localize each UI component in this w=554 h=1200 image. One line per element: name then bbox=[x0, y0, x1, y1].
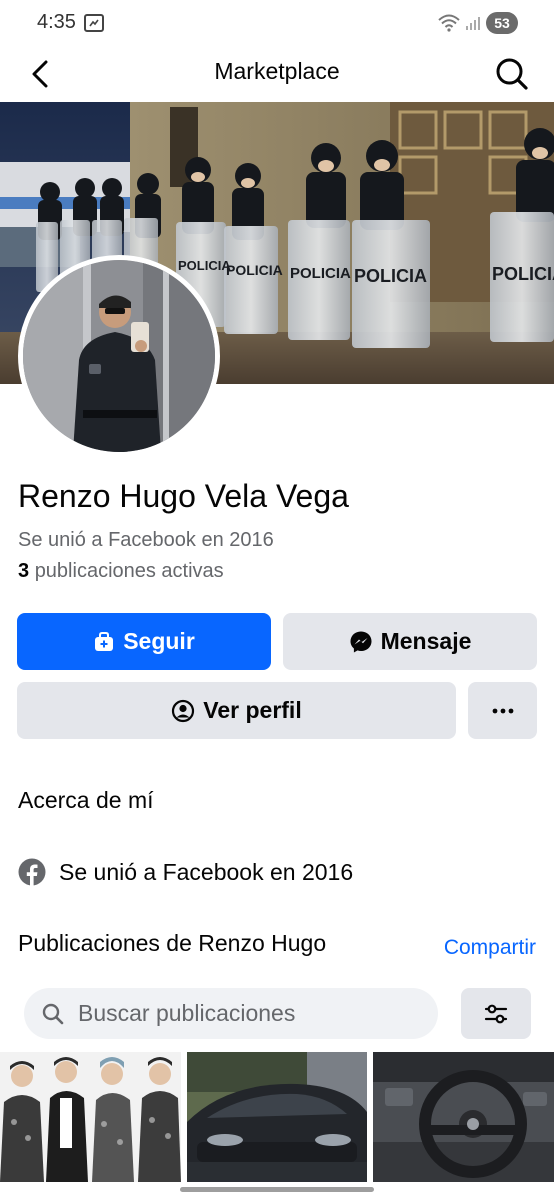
view-profile-button[interactable]: Ver perfil bbox=[17, 682, 456, 739]
signal-icon bbox=[466, 17, 480, 30]
view-profile-label: Ver perfil bbox=[203, 697, 302, 723]
post-thumbnail[interactable] bbox=[187, 1052, 367, 1182]
more-options-button[interactable] bbox=[468, 682, 537, 739]
post-thumbnails bbox=[0, 1052, 554, 1182]
messenger-icon bbox=[350, 631, 372, 652]
share-link[interactable]: Compartir bbox=[444, 936, 536, 960]
status-bar: 4:35 53 bbox=[0, 0, 554, 46]
active-posts-count: 3 bbox=[18, 560, 30, 582]
search-icon bbox=[42, 1003, 64, 1024]
more-icon bbox=[492, 708, 513, 713]
message-button[interactable]: Mensaje bbox=[283, 613, 537, 670]
profile-name: Renzo Hugo Vela Vega bbox=[18, 478, 349, 514]
joined-text: Se unió a Facebook en 2016 bbox=[18, 529, 274, 551]
post-thumbnail[interactable] bbox=[0, 1052, 181, 1182]
screen-record-icon bbox=[84, 14, 104, 32]
shield-text: POLICIA bbox=[290, 265, 351, 282]
follow-label: Seguir bbox=[123, 628, 195, 654]
home-indicator[interactable] bbox=[180, 1187, 374, 1192]
status-indicators: 53 bbox=[438, 12, 518, 34]
shield-text: POLICIA bbox=[354, 266, 427, 286]
about-joined-text: Se unió a Facebook en 2016 bbox=[59, 858, 354, 885]
post-search-bar[interactable] bbox=[24, 988, 438, 1039]
post-search-input[interactable] bbox=[78, 1000, 398, 1027]
wifi-icon bbox=[438, 14, 460, 32]
page-title: Marketplace bbox=[214, 58, 340, 84]
posts-heading: Publicaciones de Renzo Hugo bbox=[18, 930, 327, 956]
battery-indicator: 53 bbox=[486, 12, 518, 34]
search-button[interactable] bbox=[492, 52, 532, 96]
post-thumbnail[interactable] bbox=[373, 1052, 554, 1182]
shield-text: POLICIA bbox=[226, 262, 283, 278]
facebook-icon bbox=[18, 858, 46, 886]
shield-text: POLICIA bbox=[492, 264, 554, 284]
follow-button[interactable]: Seguir bbox=[17, 613, 271, 670]
avatar[interactable] bbox=[18, 255, 220, 457]
filter-button[interactable] bbox=[461, 988, 531, 1039]
about-heading: Acerca de mí bbox=[18, 787, 154, 813]
active-posts-text: 3 publicaciones activas bbox=[18, 560, 224, 583]
top-nav: Marketplace bbox=[0, 46, 554, 102]
shield-text: POLICIA bbox=[178, 258, 231, 273]
user-circle-icon bbox=[172, 699, 195, 722]
about-joined-row: Se unió a Facebook en 2016 bbox=[18, 858, 353, 886]
status-time: 4:35 bbox=[37, 11, 76, 33]
search-icon bbox=[496, 58, 528, 90]
active-posts-label: publicaciones activas bbox=[34, 560, 224, 582]
follow-icon bbox=[95, 631, 114, 651]
filter-sliders-icon bbox=[484, 1004, 508, 1023]
message-label: Mensaje bbox=[380, 628, 472, 654]
